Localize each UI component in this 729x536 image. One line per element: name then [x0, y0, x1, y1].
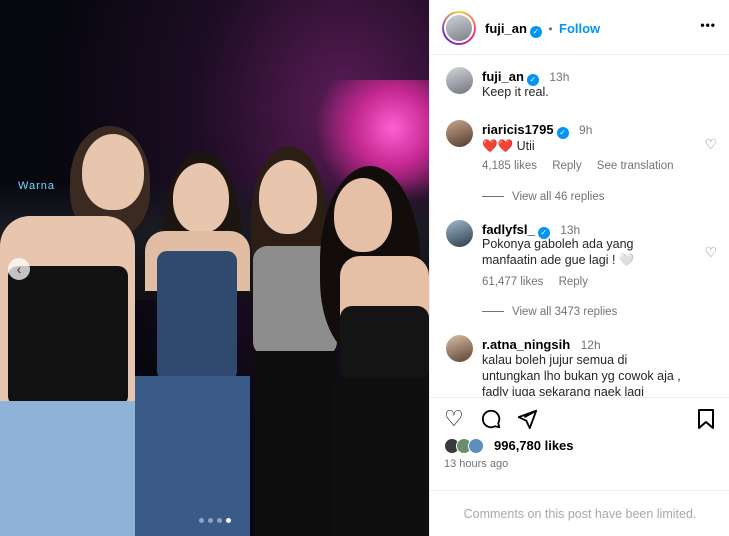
comment-username[interactable]: fadlyfsl_ [482, 222, 535, 237]
like-comment-icon[interactable]: ♡ [704, 244, 717, 261]
previous-slide-icon[interactable]: ‹ [8, 258, 30, 280]
verified-icon: ✓ [556, 127, 569, 139]
view-replies-button[interactable]: View all 3473 replies [512, 306, 617, 318]
more-options-icon[interactable]: ••• [700, 18, 716, 32]
caption-time: 13h [549, 70, 570, 84]
separator-dot: • [548, 22, 553, 36]
comment-username[interactable]: r.atna_ningsih [482, 337, 570, 352]
comment-text-line: fadly juga sekarang naek lagi [482, 385, 644, 396]
post-timestamp[interactable]: 13 hours ago [444, 458, 508, 470]
caption-avatar[interactable] [446, 67, 473, 94]
comment-time: 12h [580, 338, 601, 352]
author-avatar[interactable] [442, 11, 476, 45]
comment-avatar[interactable] [446, 335, 473, 362]
verified-icon: ✓ [529, 26, 542, 38]
comment-text-line: manfaatin ade gue lagi ! 🤍 [482, 253, 635, 267]
see-translation-button[interactable]: See translation [597, 160, 674, 172]
comment-text-line: untungkan lho bukan yg cowok aja , [482, 369, 681, 383]
reply-button[interactable]: Reply [559, 276, 588, 288]
comment-time: 9h [579, 123, 593, 137]
caption-text: Keep it real. [482, 85, 549, 99]
comment-likes[interactable]: 4,185 likes [482, 160, 537, 172]
comment-meta: 4,185 likes Reply See translation [482, 160, 674, 172]
comment-text-line: Pokonya gaboleh ada yang [482, 237, 634, 251]
carousel-dot-active [226, 518, 231, 523]
comment-header: riaricis1795 ✓ 9h [482, 121, 592, 139]
share-icon[interactable] [516, 408, 538, 434]
author-row: fuji_an ✓ • Follow [485, 20, 600, 38]
like-count[interactable]: 996,780 likes [494, 438, 574, 453]
person-2 [135, 151, 250, 536]
comment-icon[interactable] [480, 408, 502, 434]
comment-likes[interactable]: 61,477 likes [482, 276, 543, 288]
reply-button[interactable]: Reply [552, 160, 581, 172]
carousel-dot [217, 518, 222, 523]
comment-username[interactable]: riaricis1795 [482, 122, 554, 137]
caption-username[interactable]: fuji_an [482, 69, 524, 84]
view-replies-button[interactable]: View all 46 replies [512, 191, 604, 203]
comment-avatar[interactable] [446, 120, 473, 147]
post-header: fuji_an ✓ • Follow ••• [430, 0, 729, 55]
comment-overflow-clip: fadly juga sekarang naek lagi [482, 384, 712, 396]
comments-limited-notice: Comments on this post have been limited. [430, 490, 729, 536]
bookmark-icon[interactable] [696, 408, 716, 434]
person-1 [0, 116, 150, 536]
carousel-dot [208, 518, 213, 523]
like-comment-icon[interactable]: ♡ [704, 136, 717, 153]
post-sidebar: fuji_an ✓ • Follow ••• fuji_an ✓ 13h Keep … [429, 0, 729, 536]
comment-text: ❤️❤️ Utii [482, 139, 535, 153]
carousel-dots [199, 518, 231, 523]
comment-text-line: kalau boleh jujur semua di [482, 353, 628, 367]
comment-time: 13h [560, 223, 581, 237]
comment-avatar[interactable] [446, 220, 473, 247]
post-photo[interactable]: Warna ‹ [0, 0, 429, 536]
author-username[interactable]: fuji_an [485, 21, 527, 36]
carousel-dot [199, 518, 204, 523]
heart-icon[interactable]: ♡ [444, 408, 464, 430]
follow-button[interactable]: Follow [559, 21, 600, 36]
person-4 [320, 166, 429, 536]
comment-meta: 61,477 likes Reply [482, 276, 588, 288]
